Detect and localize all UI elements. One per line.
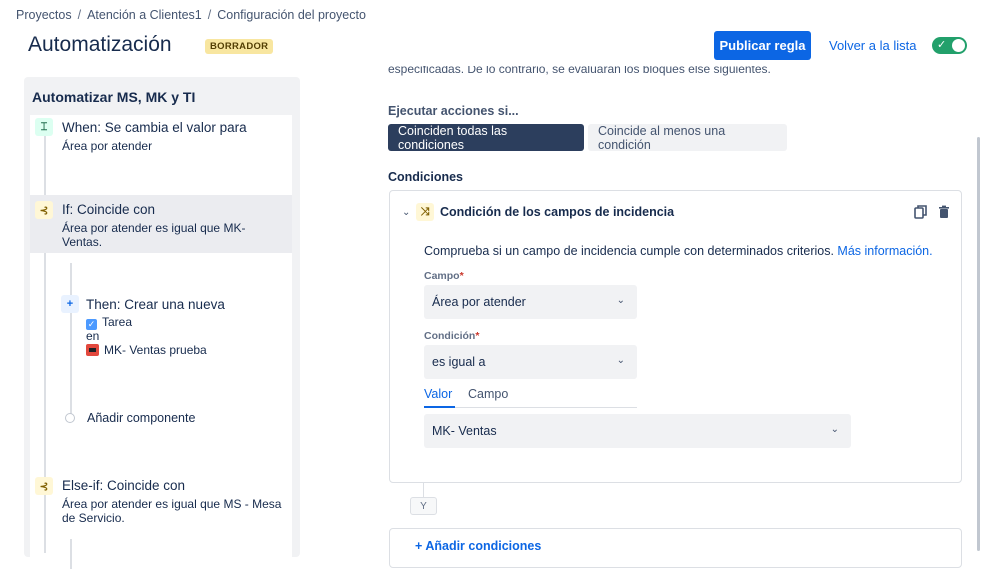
toggle-knob (952, 39, 965, 52)
more-info-link[interactable]: Más información. (837, 244, 932, 258)
breadcrumb-separator: / (207, 8, 212, 22)
field-label-text: Campo (424, 270, 460, 282)
publish-rule-button[interactable]: Publicar regla (714, 31, 811, 60)
rule-item-heading: When: Se cambia el valor para (62, 120, 247, 135)
condition-label-text: Condición (424, 330, 476, 342)
field-select[interactable]: Área por atender ⌄ (424, 285, 637, 319)
add-component-dot-icon (65, 413, 75, 423)
rule-item-subtitle: Ventas. (62, 235, 103, 249)
trash-icon[interactable] (936, 204, 952, 220)
condition-select[interactable]: es igual a ⌄ (424, 345, 637, 379)
value-select[interactable]: MK- Ventas ⌄ (424, 414, 851, 448)
conditions-label: Condiciones (388, 170, 464, 184)
rule-components-list: ⌶ When: Se cambia el valor para Área por… (30, 115, 292, 569)
plus-icon: + (61, 295, 79, 313)
description-text: Comprueba si un campo de incidencia cump… (424, 244, 834, 258)
chevron-down-icon: ⌄ (616, 355, 625, 366)
active-tab-indicator (424, 406, 455, 408)
chevron-down-icon: ⌄ (616, 295, 625, 306)
rule-item-heading: Else-if: Coincide con (62, 478, 186, 493)
scrollbar[interactable] (977, 137, 980, 551)
breadcrumb-settings[interactable]: Configuración del proyecto (217, 8, 366, 22)
rule-item-then[interactable]: + Then: Crear una nueva ✓ Tarea en MK- Ve… (56, 295, 292, 367)
match-any-option[interactable]: Coincide al menos una condición (588, 124, 787, 152)
rule-item-subtitle: Área por atender es igual que MK- (62, 221, 246, 235)
condition-title: Condición de los campos de incidencia (440, 205, 675, 219)
condition-icon: ⊰ (35, 201, 53, 219)
required-icon: * (459, 270, 464, 282)
project-label: MK- Ventas prueba (104, 343, 207, 357)
breadcrumb-projects[interactable]: Proyectos (16, 8, 72, 22)
rule-item-line: MK- Ventas prueba (86, 343, 207, 357)
shuffle-icon: ⤨ (416, 203, 434, 221)
condition-description: Comprueba si un campo de incidencia cump… (424, 244, 933, 258)
rule-name: Automatizar MS, MK y TI (32, 89, 196, 105)
field-select-value: Área por atender (432, 295, 526, 309)
rule-item-else-if[interactable]: ⊰ Else-if: Coincide con Área por atender… (30, 473, 292, 533)
chevron-down-icon[interactable]: ⌄ (402, 207, 410, 218)
branch-line (70, 539, 72, 569)
block-description: especificadas. De lo contrario, se evalu… (388, 66, 771, 76)
value-select-value: MK- Ventas (432, 424, 497, 438)
rule-item-subtitle: Área por atender (62, 139, 153, 153)
condition-icon: ⊰ (35, 477, 53, 495)
back-to-list-link[interactable]: Volver a la lista (829, 38, 916, 53)
check-icon: ✓ (937, 39, 947, 51)
issue-fields-condition-card: ⌄ ⤨ Condición de los campos de incidenci… (389, 190, 962, 483)
rule-enabled-toggle[interactable]: ✓ (932, 37, 967, 54)
rule-sidebar: Automatizar MS, MK y TI ⌶ When: Se cambi… (24, 77, 300, 569)
rule-item-if[interactable]: ⊰ If: Coincide con Área por atender es i… (30, 195, 292, 253)
rule-item-subtitle: de Servicio. (62, 511, 125, 525)
rule-item-subtitle: Área por atender es igual que MS - Mesa (62, 497, 282, 511)
required-icon: * (475, 330, 480, 342)
page-title: Automatización (28, 33, 172, 56)
rule-item-line: ✓ Tarea (86, 315, 132, 330)
copy-icon[interactable] (913, 204, 929, 220)
add-component-link[interactable]: Añadir componente (87, 411, 195, 425)
rule-item-when[interactable]: ⌶ When: Se cambia el valor para Área por… (30, 115, 292, 171)
add-conditions-box: + Añadir condiciones (389, 528, 962, 568)
rule-item-heading: If: Coincide con (62, 202, 156, 217)
project-icon (86, 344, 99, 356)
chevron-down-icon: ⌄ (830, 424, 839, 435)
condition-select-value: es igual a (432, 355, 486, 369)
status-badge: BORRADOR (205, 39, 274, 54)
execute-actions-label: Ejecutar acciones si... (388, 104, 519, 118)
breadcrumb: Proyectos / Atención a Clientes1 / Confi… (16, 8, 366, 22)
issue-type-label: Tarea (102, 315, 133, 329)
trigger-icon: ⌶ (35, 118, 53, 136)
rule-item-heading: Then: Crear una nueva (86, 297, 225, 312)
condition-label: Condición* (424, 330, 479, 342)
tab-field[interactable]: Campo (468, 387, 508, 401)
rule-item-line: en (86, 329, 100, 343)
tab-divider (424, 407, 637, 408)
and-badge: Y (410, 497, 437, 515)
breadcrumb-project[interactable]: Atención a Clientes1 (87, 8, 202, 22)
connector-line (423, 483, 424, 497)
field-label: Campo* (424, 270, 464, 282)
tab-value[interactable]: Valor (424, 387, 452, 401)
breadcrumb-separator: / (77, 8, 82, 22)
match-all-option[interactable]: Coinciden todas las condiciones (388, 124, 584, 152)
